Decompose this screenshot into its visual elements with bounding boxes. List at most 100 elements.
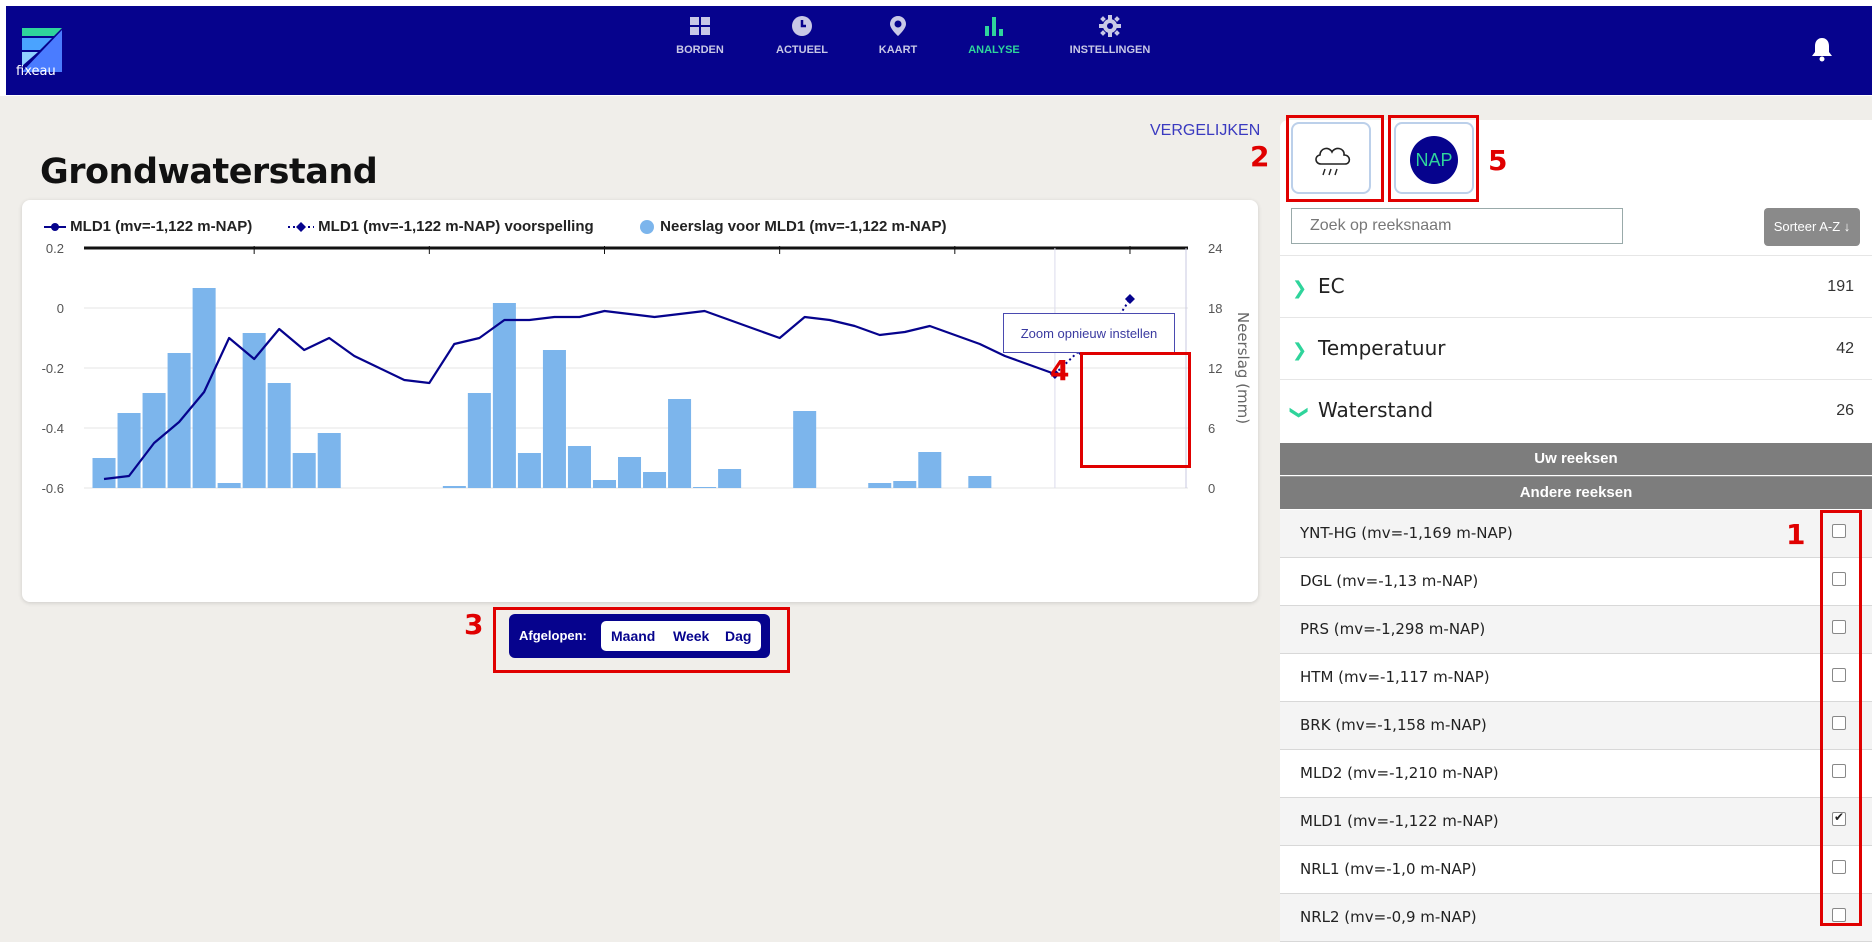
groundwater-chart[interactable]: 30. Sep7. Okt14. Okt21. Okt28. Okt4. Nov…: [22, 240, 1258, 602]
y-right-tick-label: 0: [1208, 481, 1215, 496]
y-left-tick-label: -0.4: [42, 421, 64, 436]
category-count: 42: [1836, 340, 1854, 357]
sort-button[interactable]: Sorteer A-Z ↓: [1764, 208, 1860, 246]
precip-bar: [793, 411, 817, 488]
annotation-number-1: 1: [1786, 518, 1806, 551]
precip-bar: [618, 457, 642, 488]
series-row[interactable]: BRK (mv=-1,158 m-NAP): [1280, 702, 1872, 750]
nav-label: KAART: [878, 44, 918, 56]
precip-bar: [567, 446, 591, 488]
series-name: YNT-HG (mv=-1,169 m-NAP): [1300, 524, 1513, 542]
nav-analyse[interactable]: ANALYSE: [964, 14, 1024, 56]
nav-label: INSTELLINGEN: [1069, 44, 1151, 56]
series-row[interactable]: MLD1 (mv=-1,122 m-NAP): [1280, 798, 1872, 846]
nav-label: ACTUEEL: [776, 44, 828, 56]
series-row[interactable]: NRL1 (mv=-1,0 m-NAP): [1280, 846, 1872, 894]
precip-bar: [267, 383, 291, 488]
logo-text: fixeau: [16, 64, 56, 79]
precip-bar: [693, 487, 717, 488]
legend-label: MLD1 (mv=-1,122 m-NAP): [70, 218, 253, 235]
legend-item-forecast[interactable]: MLD1 (mv=-1,122 m-NAP) voorspelling: [288, 218, 594, 235]
bar-chart-icon: [985, 17, 1003, 36]
category-count: 191: [1827, 278, 1854, 295]
precip-bar: [442, 486, 466, 488]
search-input[interactable]: Zoek op reeksnaam: [1291, 208, 1623, 244]
zoom-reset-button[interactable]: Zoom opnieuw instellen: [1003, 313, 1175, 353]
y-left-tick-label: 0.2: [46, 241, 64, 256]
legend-line-marker: [44, 223, 66, 232]
annotation-box-1: [1820, 510, 1862, 926]
series-row[interactable]: YNT-HG (mv=-1,169 m-NAP): [1280, 510, 1872, 558]
precip-bar: [467, 393, 491, 488]
precip-bar: [192, 288, 216, 488]
precip-bar: [242, 333, 266, 488]
precip-bar: [492, 303, 516, 488]
annotation-number-3: 3: [464, 608, 484, 641]
category-waterstand[interactable]: ❯ Waterstand 26: [1280, 379, 1872, 442]
series-row[interactable]: DGL (mv=-1,13 m-NAP): [1280, 558, 1872, 606]
series-name: PRS (mv=-1,298 m-NAP): [1300, 620, 1486, 638]
annotation-box-3: [493, 607, 790, 673]
series-name: DGL (mv=-1,13 m-NAP): [1300, 572, 1479, 590]
legend-dotted-marker: [288, 222, 314, 233]
series-row[interactable]: PRS (mv=-1,298 m-NAP): [1280, 606, 1872, 654]
series-name: BRK (mv=-1,158 m-NAP): [1300, 716, 1487, 734]
y-left-tick-label: 0: [57, 301, 64, 316]
precip-bar: [643, 472, 667, 488]
precip-bar: [142, 393, 166, 488]
y-left-tick-label: -0.6: [42, 481, 64, 496]
category-name: Waterstand: [1318, 398, 1434, 422]
bell-icon[interactable]: [1810, 36, 1834, 62]
annotation-number-2: 2: [1250, 140, 1270, 173]
y-left-tick-label: -0.2: [42, 361, 64, 376]
annotation-box-4: [1080, 352, 1191, 468]
annotation-number-4: 4: [1050, 354, 1070, 387]
series-row[interactable]: HTM (mv=-1,117 m-NAP): [1280, 654, 1872, 702]
series-row[interactable]: NRL2 (mv=-0,9 m-NAP): [1280, 894, 1872, 942]
category-count: 26: [1836, 402, 1854, 419]
precip-bar: [868, 483, 892, 488]
series-name: MLD2 (mv=-1,210 m-NAP): [1300, 764, 1499, 782]
annotation-box-2: [1286, 115, 1384, 202]
chevron-down-icon: ❯: [1289, 404, 1311, 421]
nav-kaart[interactable]: KAART: [874, 14, 922, 56]
precip-bar: [217, 483, 241, 488]
legend-label: Neerslag voor MLD1 (mv=-1,122 m-NAP): [660, 218, 947, 235]
section-own-series[interactable]: Uw reeksen: [1280, 443, 1872, 475]
chevron-right-icon: ❯: [1292, 340, 1308, 361]
y-right-tick-label: 6: [1208, 421, 1215, 436]
y-right-tick-label: 12: [1208, 361, 1222, 376]
category-name: Temperatuur: [1318, 336, 1446, 360]
gear-icon: [1099, 15, 1121, 37]
category-temperatuur[interactable]: ❯ Temperatuur 42: [1280, 317, 1872, 380]
map-pin-icon: [890, 16, 906, 36]
legend-circle-marker: [640, 220, 654, 235]
category-ec[interactable]: ❯ EC 191: [1280, 255, 1872, 318]
series-row[interactable]: MLD2 (mv=-1,210 m-NAP): [1280, 750, 1872, 798]
precip-bar: [542, 350, 566, 488]
series-name: NRL1 (mv=-1,0 m-NAP): [1300, 860, 1477, 878]
nav-instellingen[interactable]: INSTELLINGEN: [1064, 14, 1156, 56]
precip-bar: [92, 458, 116, 488]
nav-label: BORDEN: [676, 44, 724, 56]
nav-label: ANALYSE: [968, 44, 1020, 56]
y-right-axis-label: Neerslag (mm): [1234, 312, 1252, 424]
grid-icon: [690, 17, 710, 35]
nav-borden[interactable]: BORDEN: [674, 14, 726, 56]
y-right-tick-label: 18: [1208, 301, 1222, 316]
forecast-point: [1124, 294, 1135, 304]
legend-label: MLD1 (mv=-1,122 m-NAP) voorspelling: [318, 218, 594, 235]
chevron-right-icon: ❯: [1292, 278, 1308, 299]
section-other-series[interactable]: Andere reeksen: [1280, 476, 1872, 509]
precip-bar: [317, 433, 341, 488]
compare-link[interactable]: VERGELIJKEN: [1150, 122, 1260, 140]
series-name: HTM (mv=-1,117 m-NAP): [1300, 668, 1490, 686]
annotation-box-5: [1388, 115, 1479, 202]
legend-item-precip[interactable]: Neerslag voor MLD1 (mv=-1,122 m-NAP): [638, 218, 947, 235]
category-name: EC: [1318, 274, 1345, 298]
precip-bar: [918, 452, 942, 488]
nav-actueel[interactable]: ACTUEEL: [772, 14, 832, 56]
legend-item-observed[interactable]: MLD1 (mv=-1,122 m-NAP): [44, 218, 252, 235]
page-title: Grondwaterstand: [40, 152, 378, 192]
series-name: NRL2 (mv=-0,9 m-NAP): [1300, 908, 1477, 926]
